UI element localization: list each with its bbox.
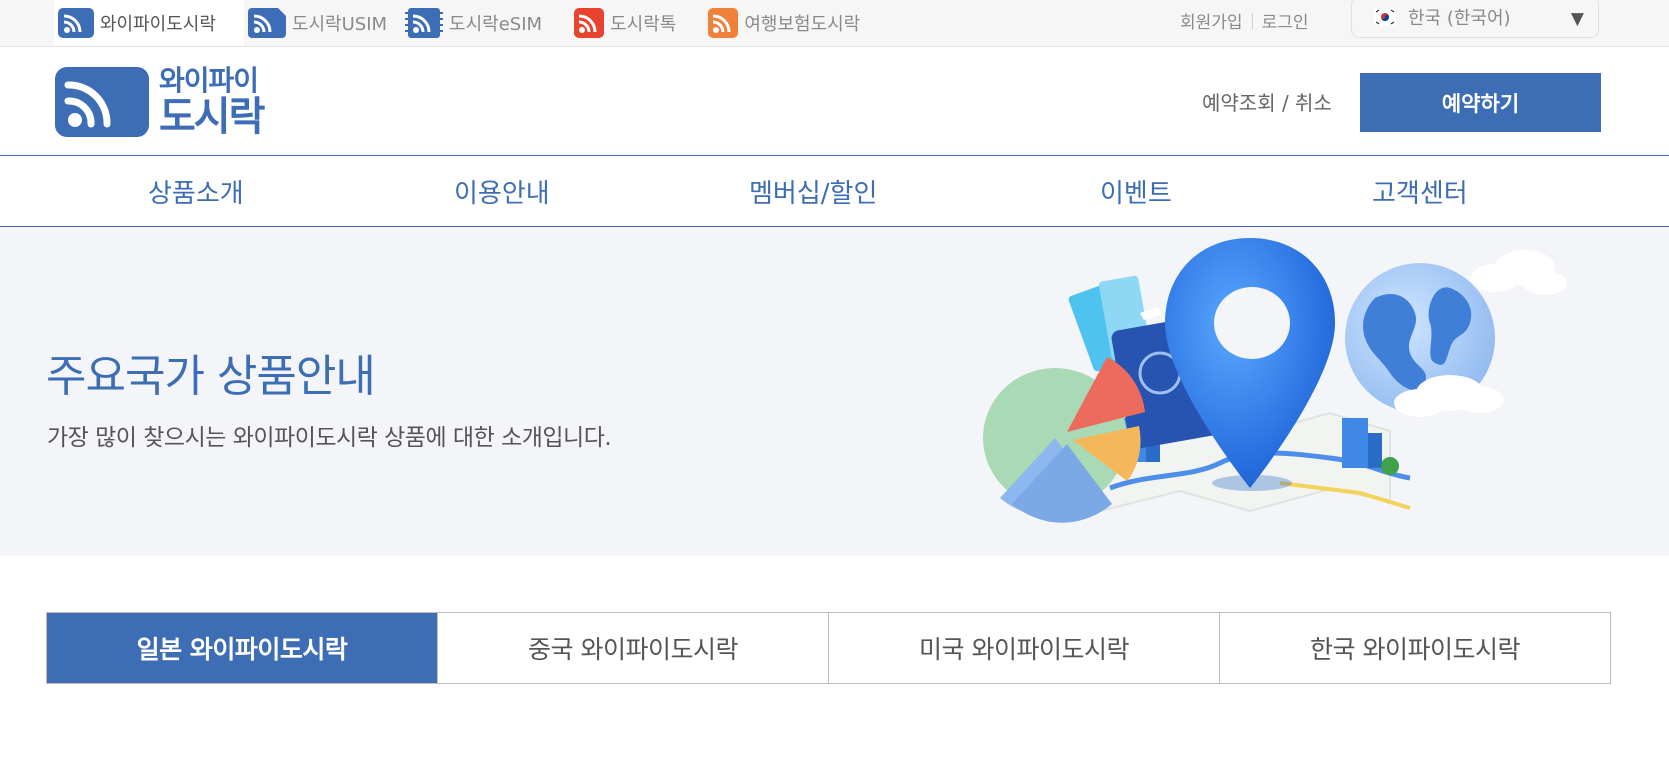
site-logo[interactable]: 와이파이 도시락 [55, 64, 265, 140]
brand-tab-usim[interactable]: 도시락USIM [244, 0, 401, 46]
nav-item-products[interactable]: 상품소개 [148, 173, 244, 210]
nav-item-membership[interactable]: 멤버십/할인 [749, 173, 877, 210]
tab-korea[interactable]: 한국 와이파이도시락 [1219, 613, 1610, 683]
nav-item-guide[interactable]: 이용안내 [454, 173, 550, 210]
logo-line1: 와이파이 [159, 64, 259, 97]
brand-tab-insurance[interactable]: 여행보험도시락 [690, 0, 874, 46]
brand-tab-label: 여행보험도시락 [744, 14, 861, 35]
brand-tab-label: 와이파이도시락 [100, 14, 216, 35]
country-tabs: 일본 와이파이도시락 중국 와이파이도시락 미국 와이파이도시락 한국 와이파이… [46, 612, 1611, 684]
site-header: 와이파이 도시락 예약조회 / 취소 예약하기 [0, 47, 1669, 155]
wifi-logo-icon [55, 67, 149, 137]
language-select[interactable]: 한국 (한국어) ▼ [1351, 0, 1599, 38]
reserve-button[interactable]: 예약하기 [1360, 73, 1601, 132]
page-title: 주요국가 상품안내 [46, 351, 376, 402]
korea-flag-icon [1374, 9, 1396, 25]
logo-line2: 도시락 [159, 94, 265, 140]
esim-icon [405, 8, 444, 38]
nav-item-support[interactable]: 고객센터 [1372, 173, 1468, 210]
brand-tab-esim[interactable]: 도시락eSIM [401, 0, 556, 46]
brand-tab-label: 도시락eSIM [449, 14, 543, 35]
top-bar: 와이파이도시락 도시락USIM 도시락eSIM 도시락톡 여행보험도시락 회원가… [0, 0, 1669, 47]
insurance-icon [708, 8, 739, 38]
login-link[interactable]: 로그인 [1262, 8, 1309, 33]
page-subtitle: 가장 많이 찾으시는 와이파이도시락 상품에 대한 소개입니다. [47, 425, 612, 451]
tab-usa[interactable]: 미국 와이파이도시락 [828, 613, 1219, 683]
travel-illustration [980, 228, 1600, 556]
wifi-icon [58, 8, 94, 38]
brand-tab-talk[interactable]: 도시락톡 [556, 0, 690, 46]
usim-icon [247, 8, 286, 38]
reservation-lookup-link[interactable]: 예약조회 / 취소 [1202, 87, 1332, 116]
logo-text: 와이파이 도시락 [159, 64, 265, 140]
chevron-down-icon: ▼ [1570, 9, 1584, 29]
language-label: 한국 (한국어) [1408, 8, 1511, 29]
main-nav: 상품소개 이용안내 멤버십/할인 이벤트 고객센터 [0, 155, 1669, 227]
tab-japan[interactable]: 일본 와이파이도시락 [47, 613, 437, 683]
hero-banner: 주요국가 상품안내 가장 많이 찾으시는 와이파이도시락 상품에 대한 소개입니… [0, 228, 1669, 556]
tab-china[interactable]: 중국 와이파이도시락 [437, 613, 828, 683]
account-links: 회원가입 로그인 [1180, 8, 1308, 33]
brand-tabs: 와이파이도시락 도시락USIM 도시락eSIM 도시락톡 여행보험도시락 [54, 0, 874, 46]
brand-tab-label: 도시락USIM [291, 14, 388, 35]
nav-item-events[interactable]: 이벤트 [1100, 173, 1172, 210]
talk-icon [574, 8, 605, 38]
brand-tab-label: 도시락톡 [610, 14, 677, 35]
brand-tab-wifi-dosirak[interactable]: 와이파이도시락 [54, 0, 244, 46]
divider [1251, 12, 1253, 29]
signup-link[interactable]: 회원가입 [1180, 8, 1243, 33]
